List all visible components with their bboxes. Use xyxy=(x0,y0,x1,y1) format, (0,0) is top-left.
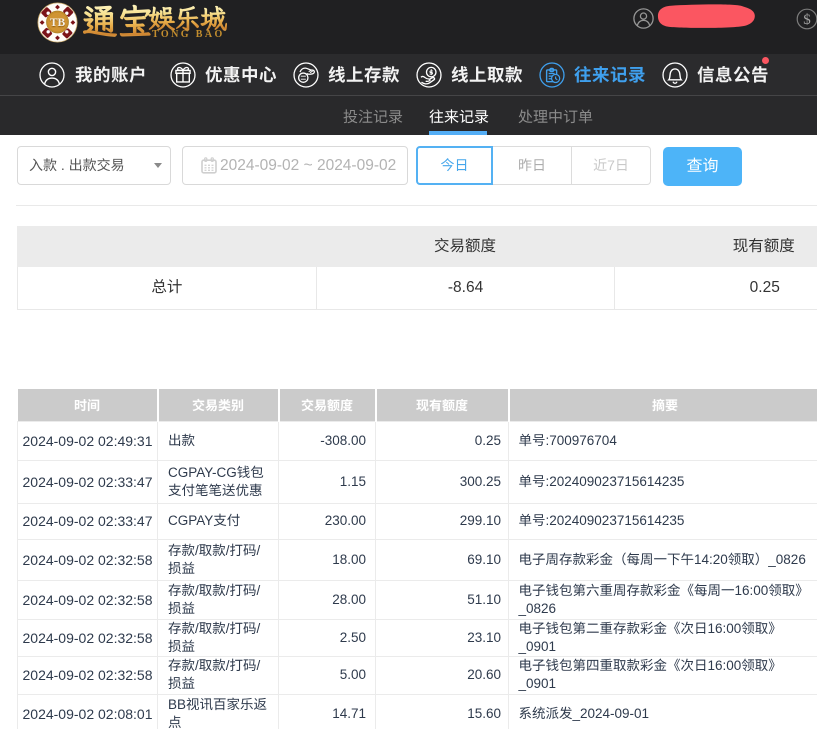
svg-text:TB: TB xyxy=(50,17,66,29)
svg-text:$: $ xyxy=(803,12,811,28)
